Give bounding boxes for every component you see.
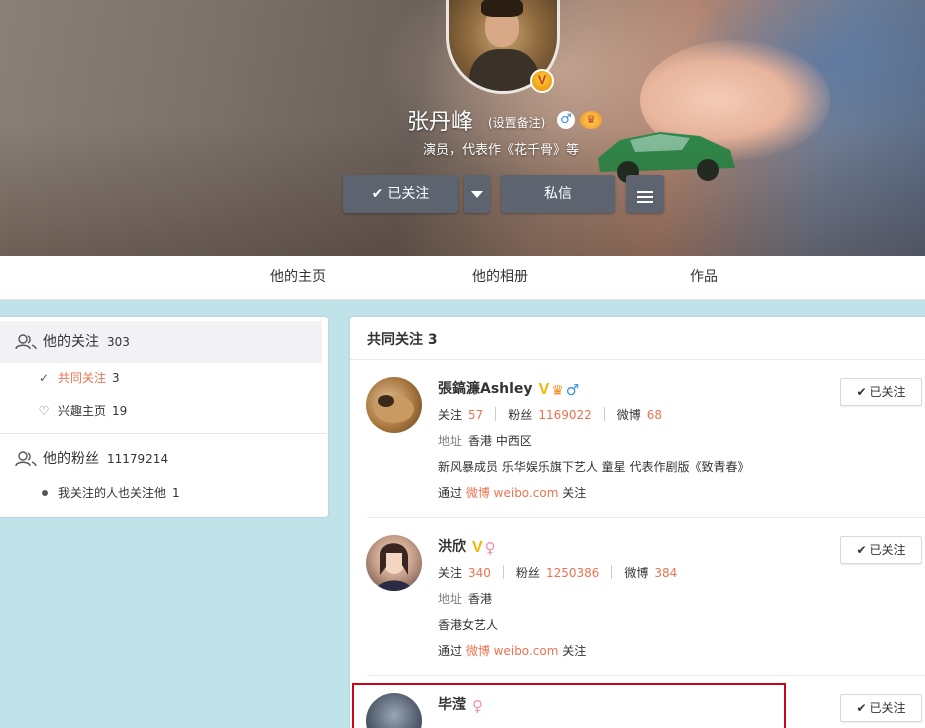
male-gender-icon: ♂ — [565, 381, 580, 399]
address-value: 香港 — [468, 592, 493, 606]
followed-button-label: 已关注 — [869, 385, 906, 399]
profile-name: 张丹峰 — [407, 110, 474, 135]
stat-fans-label: 粉丝 — [515, 566, 540, 580]
user-description: 香港女艺人 — [438, 618, 499, 632]
user-name[interactable]: 洪欣 — [438, 539, 466, 555]
user-avatar[interactable] — [366, 377, 422, 433]
following-button-label: 已关注 — [387, 186, 430, 202]
bullet-icon — [42, 490, 48, 496]
people-icon — [15, 334, 37, 350]
card-divider — [367, 675, 925, 676]
stat-follow-count[interactable]: 57 — [468, 408, 483, 422]
profile-bio: 演员，代表作《花千骨》等 — [423, 143, 580, 158]
dropdown-arrow-icon — [471, 190, 483, 198]
via-label: 通过 — [438, 486, 463, 500]
stat-weibo-label: 微博 — [616, 408, 641, 422]
stat-fans-label: 粉丝 — [508, 408, 533, 422]
stat-weibo-count[interactable]: 68 — [647, 408, 662, 422]
user-via: 通过 微博 weibo.com 关注 — [438, 642, 586, 659]
via-link[interactable]: 微博 weibo.com — [466, 644, 559, 658]
sidebar-fans-mutual-count: 1 — [172, 486, 180, 500]
set-remark-link[interactable]: (设置备注) — [488, 114, 545, 131]
female-gender-icon: ♀ — [484, 539, 496, 557]
highlight-box — [352, 683, 786, 728]
sidebar-fans-count: 11179214 — [107, 452, 169, 466]
followed-button[interactable]: ✔ 已关注 — [840, 378, 922, 406]
more-menu-button[interactable] — [626, 175, 664, 213]
sidebar-fans-mutual-label: 我关注的人也关注他 — [58, 486, 167, 500]
verified-v-icon: V — [472, 539, 483, 556]
sidebar-mutual-count: 3 — [112, 371, 120, 385]
tab-home[interactable]: 他的主页 — [270, 256, 326, 298]
sidebar-item-fans[interactable]: 他的粉丝 11179214 — [0, 438, 322, 480]
user-avatar[interactable] — [366, 535, 422, 591]
check-icon: ✔ — [856, 701, 867, 715]
check-icon: ✔ — [856, 385, 867, 399]
user-address: 地址 香港 — [438, 590, 492, 607]
user-via: 通过 微博 weibo.com 关注 — [438, 484, 586, 501]
via-suffix: 关注 — [562, 644, 587, 658]
stat-weibo-count[interactable]: 384 — [654, 566, 677, 580]
address-label: 地址 — [438, 592, 463, 606]
tab-album[interactable]: 他的相册 — [472, 256, 528, 298]
heart-icon: ♡ — [38, 404, 50, 418]
followed-button-label: 已关注 — [869, 701, 906, 715]
sidebar-mutual-label: 共同关注 — [58, 371, 107, 385]
sidebar-item-mutual[interactable]: ✓ 共同关注 3 — [36, 368, 120, 388]
sidebar-divider — [0, 433, 326, 434]
followed-button[interactable]: ✔ 已关注 — [840, 694, 922, 722]
mutual-following-panel: 共同关注 3 張鎬濂Ashley V ♛ ♂ 关注 57 粉丝 1169022 微博 68 地址… — [350, 317, 925, 728]
sidebar-interest-label: 兴趣主页 — [58, 404, 107, 418]
panel-divider — [350, 359, 925, 360]
sidebar-item-interest[interactable]: ♡ 兴趣主页 19 — [36, 401, 128, 421]
follow-dropdown-button[interactable] — [464, 175, 490, 213]
via-link[interactable]: 微博 weibo.com — [466, 486, 559, 500]
sidebar-fans-label: 他的粉丝 — [43, 451, 99, 467]
message-button[interactable]: 私信 — [501, 175, 615, 213]
user-name[interactable]: 張鎬濂Ashley — [438, 381, 533, 397]
panel-title: 共同关注 3 — [367, 332, 438, 348]
verified-v-icon: V — [530, 69, 554, 93]
user-name-row: 洪欣 V ♀ — [438, 536, 496, 557]
card-divider — [367, 517, 925, 518]
people-icon — [15, 451, 37, 467]
profile-nav: 他的主页 他的相册 作品 — [0, 256, 925, 300]
member-crown-icon[interactable]: ♛ — [580, 111, 602, 129]
user-address: 地址 香港 中西区 — [438, 432, 532, 449]
sidebar-following-count: 303 — [107, 335, 130, 349]
relations-sidebar: 他的关注 303 ✓ 共同关注 3 ♡ 兴趣主页 19 他的粉丝 11179214 我关… — [0, 317, 328, 517]
menu-icon — [637, 188, 653, 206]
check-icon: ✔ — [856, 543, 867, 557]
address-label: 地址 — [438, 434, 463, 448]
stat-follow-label: 关注 — [438, 566, 463, 580]
address-value: 香港 中西区 — [468, 434, 532, 448]
sidebar-interest-count: 19 — [112, 404, 128, 418]
user-description: 新风暴成员 乐华娱乐旗下艺人 童星 代表作剧版《致青春》 — [438, 460, 750, 474]
stat-follow-label: 关注 — [438, 408, 463, 422]
via-label: 通过 — [438, 644, 463, 658]
male-gender-icon: ♂ — [557, 111, 575, 129]
followed-button[interactable]: ✔ 已关注 — [840, 536, 922, 564]
following-button[interactable]: ✔ 已关注 — [343, 175, 458, 213]
stat-fans-count[interactable]: 1250386 — [546, 566, 599, 580]
tab-works[interactable]: 作品 — [690, 256, 718, 298]
user-stats: 关注 340 粉丝 1250386 微博 384 — [438, 564, 677, 581]
sidebar-item-following[interactable]: 他的关注 303 — [0, 321, 322, 363]
sidebar-item-fans-mutual[interactable]: 我关注的人也关注他 1 — [36, 483, 180, 503]
check-icon: ✓ — [38, 371, 50, 385]
sidebar-following-label: 他的关注 — [43, 334, 99, 350]
user-name-row: 張鎬濂Ashley V ♛ ♂ — [438, 378, 579, 399]
followed-button-label: 已关注 — [869, 543, 906, 557]
via-suffix: 关注 — [562, 486, 587, 500]
stat-weibo-label: 微博 — [624, 566, 649, 580]
stat-follow-count[interactable]: 340 — [468, 566, 491, 580]
verified-v-icon: V — [538, 381, 550, 398]
member-crown-icon: ♛ — [551, 383, 564, 399]
user-stats: 关注 57 粉丝 1169022 微博 68 — [438, 406, 662, 423]
check-icon: ✔ — [371, 186, 384, 202]
stat-fans-count[interactable]: 1169022 — [538, 408, 591, 422]
